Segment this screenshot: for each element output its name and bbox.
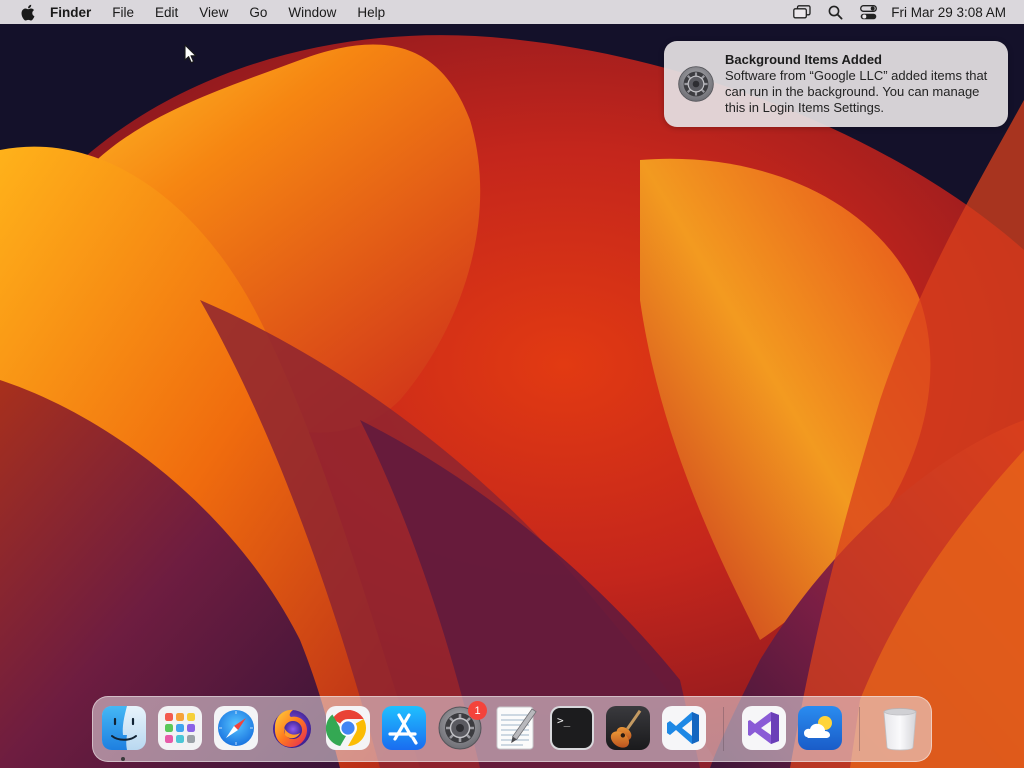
app-store-icon [382,706,426,750]
menu-go[interactable]: Go [249,5,267,20]
chrome-icon [325,706,370,750]
safari-icon [214,706,258,750]
control-center-icon[interactable] [858,3,878,21]
menu-bar: Finder File Edit View Go Window Help Fri… [0,0,1024,24]
launchpad-icon [158,706,202,750]
notification-title: Background Items Added [725,52,882,67]
desktop[interactable]: Finder File Edit View Go Window Help Fri… [0,0,1024,768]
notification-banner[interactable]: Background Items Added Software from “Go… [664,41,1008,127]
dock-safari[interactable] [213,705,259,751]
system-settings-icon [678,66,714,102]
trash-icon [883,708,917,751]
dock-vscode[interactable] [661,705,707,751]
dock-chrome[interactable] [325,705,371,751]
notification-body: Software from “Google LLC” added items t… [725,68,988,115]
dock-divider-trash [859,707,860,751]
finder-running-indicator [121,757,125,761]
finder-icon [102,706,146,750]
menu-view[interactable]: View [199,5,228,20]
menu-window[interactable]: Window [288,5,336,20]
weather-icon [798,706,842,750]
terminal-icon: >_ [550,706,594,750]
dock-weather[interactable] [797,705,843,751]
system-settings-badge: 1 [468,701,487,720]
menu-help[interactable]: Help [357,5,385,20]
menu-status-area: Fri Mar 29 3:08 AM [792,0,1024,24]
dock-garageband[interactable] [605,705,651,751]
dock-firefox[interactable] [269,705,315,751]
textedit-icon [496,706,537,750]
dock-trash[interactable] [877,705,923,751]
garageband-icon [606,706,650,750]
menu-edit[interactable]: Edit [155,5,178,20]
dock-launchpad[interactable] [157,705,203,751]
dock-app-store[interactable] [381,705,427,751]
apple-menu-icon[interactable] [18,3,36,21]
dock-textedit[interactable] [493,705,539,751]
dock-visual-studio[interactable] [741,705,787,751]
dock-divider [723,707,724,751]
screen-mirroring-icon[interactable] [792,3,812,21]
dock-finder[interactable] [101,705,147,751]
menu-app-name[interactable]: Finder [50,5,91,20]
dock-terminal[interactable]: >_ [549,705,595,751]
visual-studio-icon [742,706,786,750]
menu-file[interactable]: File [112,5,134,20]
terminal-prompt: >_ [557,714,571,727]
firefox-icon [273,709,311,748]
dock: >_ [92,696,932,762]
mouse-cursor-icon [184,44,197,64]
spotlight-search-icon[interactable] [825,3,845,21]
vscode-icon [662,706,706,750]
menu-clock[interactable]: Fri Mar 29 3:08 AM [891,5,1006,20]
